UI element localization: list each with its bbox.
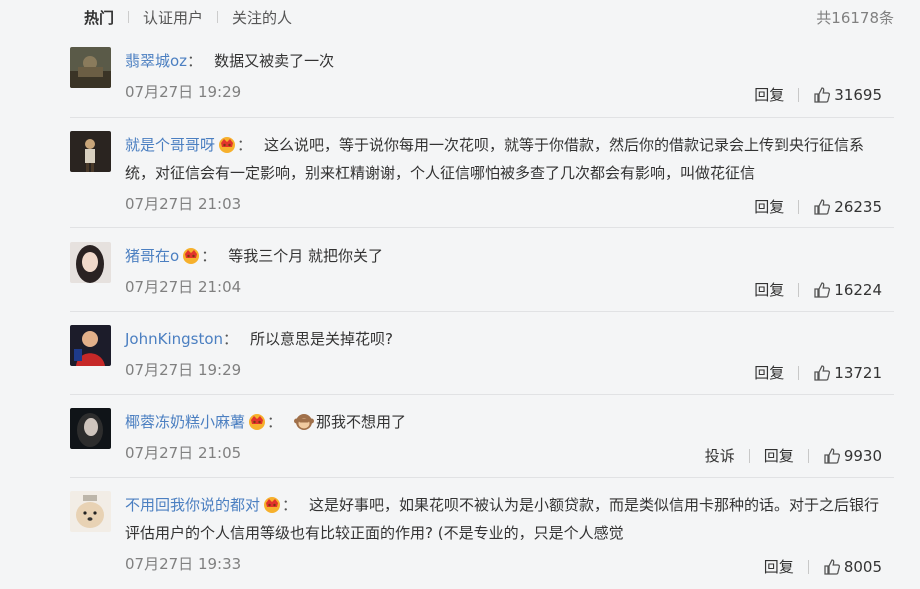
monkey-emoji-icon	[294, 414, 315, 430]
comment-time: 07月27日 21:05	[125, 444, 242, 462]
colon: ：	[237, 136, 253, 154]
like-button[interactable]: 31695	[813, 86, 882, 104]
tab-divider	[217, 11, 219, 23]
comment-username[interactable]: 椰蓉冻奶糕小麻薯	[125, 413, 245, 431]
avatar[interactable]	[70, 47, 111, 88]
comment-username[interactable]: JohnKingston	[125, 330, 223, 348]
crown-badge-icon	[219, 137, 236, 153]
tab-verified-users[interactable]: 认证用户	[143, 7, 203, 28]
comment-total-count: 共16178条	[816, 9, 894, 27]
action-divider	[807, 559, 809, 574]
avatar[interactable]	[70, 408, 111, 449]
action-divider	[798, 365, 800, 380]
comment-text-line: 不用回我你说的都对：这是好事吧，如果花呗不被认为是小额贷款，而是类似信用卡那种的…	[125, 491, 894, 547]
tab-divider	[128, 11, 130, 23]
avatar[interactable]	[70, 325, 111, 366]
action-divider	[798, 282, 800, 297]
avatar[interactable]	[70, 491, 111, 532]
reply-button[interactable]: 回复	[754, 196, 784, 217]
comment-item: 椰蓉冻奶糕小麻薯 ： 那我不想用了 07月27日 21:05 投诉 回复 9930	[70, 408, 894, 478]
comment-page: 热门 认证用户 关注的人 共16178条 翡翠城oz： 数据又被卖了一次 07月2…	[0, 0, 920, 589]
like-count: 13721	[834, 363, 882, 382]
comment-actions: 回复 31695	[754, 84, 882, 105]
comment-username[interactable]: 翡翠城oz	[125, 52, 187, 70]
comment-text-line: 就是个哥哥呀：这么说吧，等于说你每用一次花呗，就等于你借款，然后你的借款记录会上…	[125, 131, 894, 187]
tab-hot[interactable]: 热门	[84, 7, 114, 28]
like-count: 31695	[834, 85, 882, 104]
thumbs-up-icon	[814, 86, 831, 103]
tab-following[interactable]: 关注的人	[232, 7, 292, 28]
action-divider	[798, 199, 800, 214]
comment-username[interactable]: 就是个哥哥呀	[125, 136, 215, 154]
comment-text: 所以意思是关掉花呗?	[250, 330, 394, 348]
colon: ：	[187, 52, 203, 70]
colon: ：	[223, 330, 239, 348]
colon: ：	[267, 413, 283, 431]
like-button[interactable]: 16224	[813, 281, 882, 299]
comment-time: 07月27日 19:29	[125, 361, 242, 379]
action-divider	[798, 87, 800, 102]
comment-text-line: 椰蓉冻奶糕小麻薯 ： 那我不想用了	[125, 408, 406, 436]
comment-actions: 投诉 回复 9930	[705, 445, 882, 466]
reply-button[interactable]: 回复	[764, 445, 794, 466]
comment-item: 就是个哥哥呀：这么说吧，等于说你每用一次花呗，就等于你借款，然后你的借款记录会上…	[70, 131, 894, 228]
crown-badge-icon	[183, 248, 200, 264]
comment-tabs: 热门 认证用户 关注的人	[84, 7, 292, 27]
like-button[interactable]: 26235	[813, 198, 882, 216]
comment-item: 猪哥在o ： 等我三个月 就把你关了 07月27日 21:04 回复 16224	[70, 242, 894, 312]
comment-time: 07月27日 19:29	[125, 83, 242, 101]
thumbs-up-icon	[814, 198, 831, 215]
comment-text: 数据又被卖了一次	[214, 52, 335, 70]
reply-button[interactable]: 回复	[754, 362, 784, 383]
comment-text: 那我不想用了	[316, 413, 407, 431]
comment-username[interactable]: 猪哥在o	[125, 247, 179, 265]
comment-actions: 回复 26235	[754, 196, 882, 217]
comment-time: 07月27日 19:33	[125, 555, 242, 573]
report-button[interactable]: 投诉	[705, 445, 735, 466]
thumbs-up-icon	[824, 558, 840, 575]
thumbs-up-icon	[824, 447, 840, 464]
comment-actions: 回复 8005	[764, 556, 882, 577]
comment-actions: 回复 16224	[754, 279, 882, 300]
comment-text: 等我三个月 就把你关了	[228, 247, 383, 265]
avatar[interactable]	[70, 242, 111, 283]
action-divider	[748, 448, 750, 463]
reply-button[interactable]: 回复	[754, 84, 784, 105]
like-button[interactable]: 13721	[813, 364, 882, 382]
reply-button[interactable]: 回复	[764, 556, 794, 577]
like-count: 9930	[843, 446, 882, 465]
colon: ：	[201, 247, 217, 265]
comment-item: JohnKingston： 所以意思是关掉花呗? 07月27日 19:29 回复 …	[70, 325, 894, 395]
thumbs-up-icon	[814, 281, 831, 298]
comment-actions: 回复 13721	[754, 362, 882, 383]
like-button[interactable]: 8005	[823, 558, 882, 576]
like-count: 8005	[843, 557, 882, 576]
crown-badge-icon	[249, 414, 266, 430]
reply-button[interactable]: 回复	[754, 279, 784, 300]
comment-text-line: 猪哥在o ： 等我三个月 就把你关了	[125, 242, 383, 270]
comment-username[interactable]: 不用回我你说的都对	[125, 496, 260, 514]
comment-item: 不用回我你说的都对：这是好事吧，如果花呗不被认为是小额贷款，而是类似信用卡那种的…	[70, 491, 894, 589]
thumbs-up-icon	[814, 364, 831, 381]
avatar[interactable]	[70, 131, 111, 172]
comment-time: 07月27日 21:04	[125, 278, 242, 296]
crown-badge-icon	[264, 497, 281, 513]
comment-item: 翡翠城oz： 数据又被卖了一次 07月27日 19:29 回复 31695	[70, 47, 894, 118]
action-divider	[807, 448, 809, 463]
comment-text-line: 翡翠城oz： 数据又被卖了一次	[125, 47, 334, 75]
colon: ：	[282, 496, 298, 514]
comment-text-line: JohnKingston： 所以意思是关掉花呗?	[125, 325, 393, 353]
comment-time: 07月27日 21:03	[125, 195, 242, 213]
like-count: 16224	[834, 280, 882, 299]
like-button[interactable]: 9930	[823, 447, 882, 465]
like-count: 26235	[834, 197, 882, 216]
